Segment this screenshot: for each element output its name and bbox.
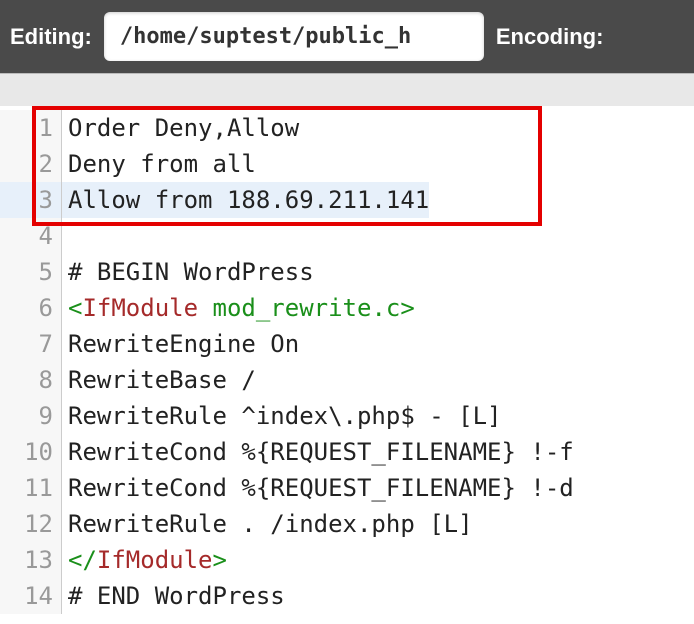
code-line[interactable]: 11RewriteCond %{REQUEST_FILENAME} !-d bbox=[0, 470, 694, 506]
code-line[interactable]: 9RewriteRule ^index\.php$ - [L] bbox=[0, 398, 694, 434]
code-content[interactable]: <IfModule mod_rewrite.c> bbox=[62, 290, 415, 326]
code-line[interactable]: 10RewriteCond %{REQUEST_FILENAME} !-f bbox=[0, 434, 694, 470]
code-line[interactable]: 4 bbox=[0, 218, 694, 254]
line-number: 14 bbox=[0, 578, 62, 614]
code-content[interactable]: RewriteRule . /index.php [L] bbox=[62, 506, 473, 542]
line-number: 4 bbox=[0, 218, 62, 254]
line-number: 1 bbox=[0, 110, 62, 146]
code-content[interactable]: RewriteCond %{REQUEST_FILENAME} !-d bbox=[62, 470, 574, 506]
code-content[interactable]: RewriteEngine On bbox=[62, 326, 299, 362]
code-content[interactable]: RewriteBase / bbox=[62, 362, 256, 398]
code-content[interactable]: # BEGIN WordPress bbox=[62, 254, 314, 290]
editing-label: Editing: bbox=[10, 24, 92, 50]
editor-container: 1Order Deny,Allow2Deny from all3Allow fr… bbox=[0, 73, 694, 614]
line-number: 8 bbox=[0, 362, 62, 398]
code-line[interactable]: 13</IfModule> bbox=[0, 542, 694, 578]
file-path-input[interactable] bbox=[104, 12, 484, 61]
editor-toolbar: Editing: Encoding: bbox=[0, 0, 694, 73]
code-line[interactable]: 14# END WordPress bbox=[0, 578, 694, 614]
code-content[interactable]: # END WordPress bbox=[62, 578, 285, 614]
encoding-label: Encoding: bbox=[496, 24, 604, 50]
code-content[interactable]: Order Deny,Allow bbox=[62, 110, 299, 146]
code-content[interactable]: </IfModule> bbox=[62, 542, 227, 578]
code-content[interactable]: RewriteRule ^index\.php$ - [L] bbox=[62, 398, 501, 434]
line-number: 13 bbox=[0, 542, 62, 578]
code-content[interactable]: RewriteCond %{REQUEST_FILENAME} !-f bbox=[62, 434, 574, 470]
line-number: 2 bbox=[0, 146, 62, 182]
code-editor[interactable]: 1Order Deny,Allow2Deny from all3Allow fr… bbox=[0, 106, 694, 614]
line-number: 5 bbox=[0, 254, 62, 290]
editor-top-spacer bbox=[0, 74, 694, 106]
line-number: 7 bbox=[0, 326, 62, 362]
code-content[interactable]: Allow from 188.69.211.141 bbox=[62, 182, 429, 218]
code-line[interactable]: 8RewriteBase / bbox=[0, 362, 694, 398]
line-number: 9 bbox=[0, 398, 62, 434]
code-line[interactable]: 3Allow from 188.69.211.141 bbox=[0, 182, 694, 218]
code-line[interactable]: 6<IfModule mod_rewrite.c> bbox=[0, 290, 694, 326]
line-number: 12 bbox=[0, 506, 62, 542]
code-line[interactable]: 2Deny from all bbox=[0, 146, 694, 182]
line-number: 6 bbox=[0, 290, 62, 326]
code-content[interactable] bbox=[62, 218, 68, 254]
code-line[interactable]: 7RewriteEngine On bbox=[0, 326, 694, 362]
code-line[interactable]: 12RewriteRule . /index.php [L] bbox=[0, 506, 694, 542]
line-number: 3 bbox=[0, 182, 62, 218]
code-content[interactable]: Deny from all bbox=[62, 146, 256, 182]
line-number: 10 bbox=[0, 434, 62, 470]
code-line[interactable]: 5# BEGIN WordPress bbox=[0, 254, 694, 290]
code-line[interactable]: 1Order Deny,Allow bbox=[0, 110, 694, 146]
line-number: 11 bbox=[0, 470, 62, 506]
